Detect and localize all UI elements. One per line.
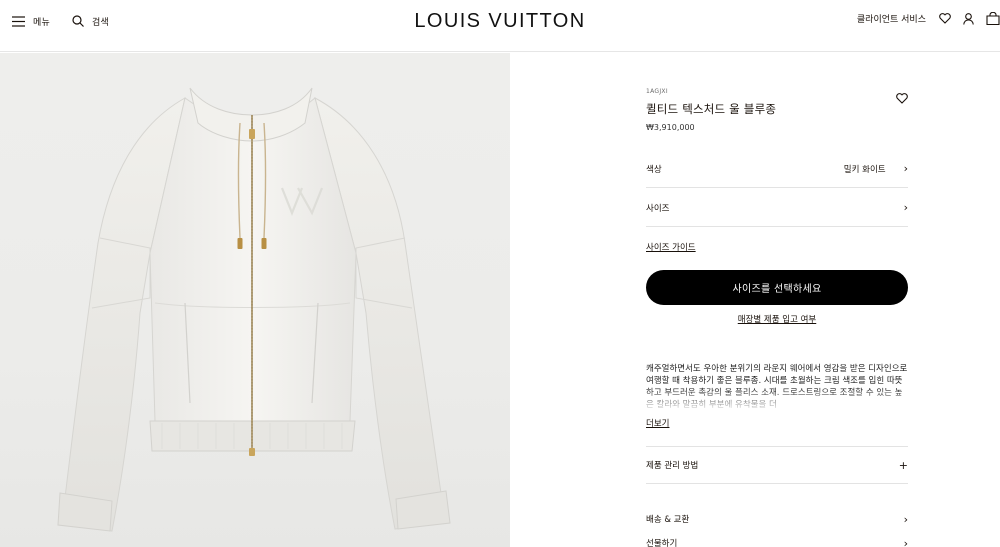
gift-label: 선물하기 xyxy=(646,539,678,547)
search-icon xyxy=(72,12,84,31)
shopping-bag-icon[interactable] xyxy=(986,12,1000,25)
color-selector[interactable]: 색상 밀키 화이트 › xyxy=(646,150,908,188)
wishlist-heart-icon[interactable] xyxy=(939,13,951,24)
hamburger-icon xyxy=(12,12,25,31)
gift-row[interactable]: 선물하기 › xyxy=(646,524,908,547)
store-availability-link[interactable]: 매장별 제품 입고 여부 xyxy=(646,313,908,325)
size-label: 사이즈 xyxy=(646,203,670,214)
plus-icon: + xyxy=(898,458,908,472)
color-value-wrap: 밀키 화이트 › xyxy=(844,163,908,175)
size-guide-link[interactable]: 사이즈 가이드 xyxy=(646,241,696,253)
top-header: 메뉴 검색 LOUIS VUITTON 클라이언트 서비스 xyxy=(0,0,1000,52)
header-left: 메뉴 검색 xyxy=(12,12,109,31)
product-wishlist-heart-icon[interactable] xyxy=(896,89,908,108)
chevron-right-icon: › xyxy=(903,201,908,214)
account-icon[interactable] xyxy=(963,12,974,25)
logo-container: LOUIS VUITTON xyxy=(0,10,1000,33)
brand-logo[interactable]: LOUIS VUITTON xyxy=(414,10,585,32)
product-price: ₩3,910,000 xyxy=(646,123,695,132)
select-size-button[interactable]: 사이즈를 선택하세요 xyxy=(646,270,908,305)
care-instructions-row[interactable]: 제품 관리 방법 + xyxy=(646,446,908,484)
chevron-right-icon: › xyxy=(903,512,908,526)
size-selector[interactable]: 사이즈 › xyxy=(646,189,908,227)
product-title: 퀼티드 텍스처드 울 블루종 xyxy=(646,102,777,116)
client-service-link[interactable]: 클라이언트 서비스 xyxy=(857,12,926,25)
color-value: 밀키 화이트 xyxy=(843,164,886,175)
chevron-right-icon: › xyxy=(903,162,908,175)
color-label: 색상 xyxy=(646,164,662,175)
chevron-right-icon: › xyxy=(903,536,908,547)
product-sku: 1AGJXI xyxy=(646,88,668,95)
search-button[interactable]: 검색 xyxy=(72,12,109,31)
menu-label: 메뉴 xyxy=(33,18,50,28)
description-fade xyxy=(646,388,908,412)
menu-button[interactable]: 메뉴 xyxy=(12,12,50,31)
care-label: 제품 관리 방법 xyxy=(646,461,699,471)
read-more-link[interactable]: 더보기 xyxy=(646,417,669,429)
search-label: 검색 xyxy=(91,18,109,28)
product-panel: 1AGJXI 퀼티드 텍스처드 울 블루종 ₩3,910,000 색상 밀키 화… xyxy=(646,88,908,547)
product-image xyxy=(0,53,510,547)
header-right: 클라이언트 서비스 xyxy=(857,12,1000,25)
jacket-illustration xyxy=(57,87,451,532)
